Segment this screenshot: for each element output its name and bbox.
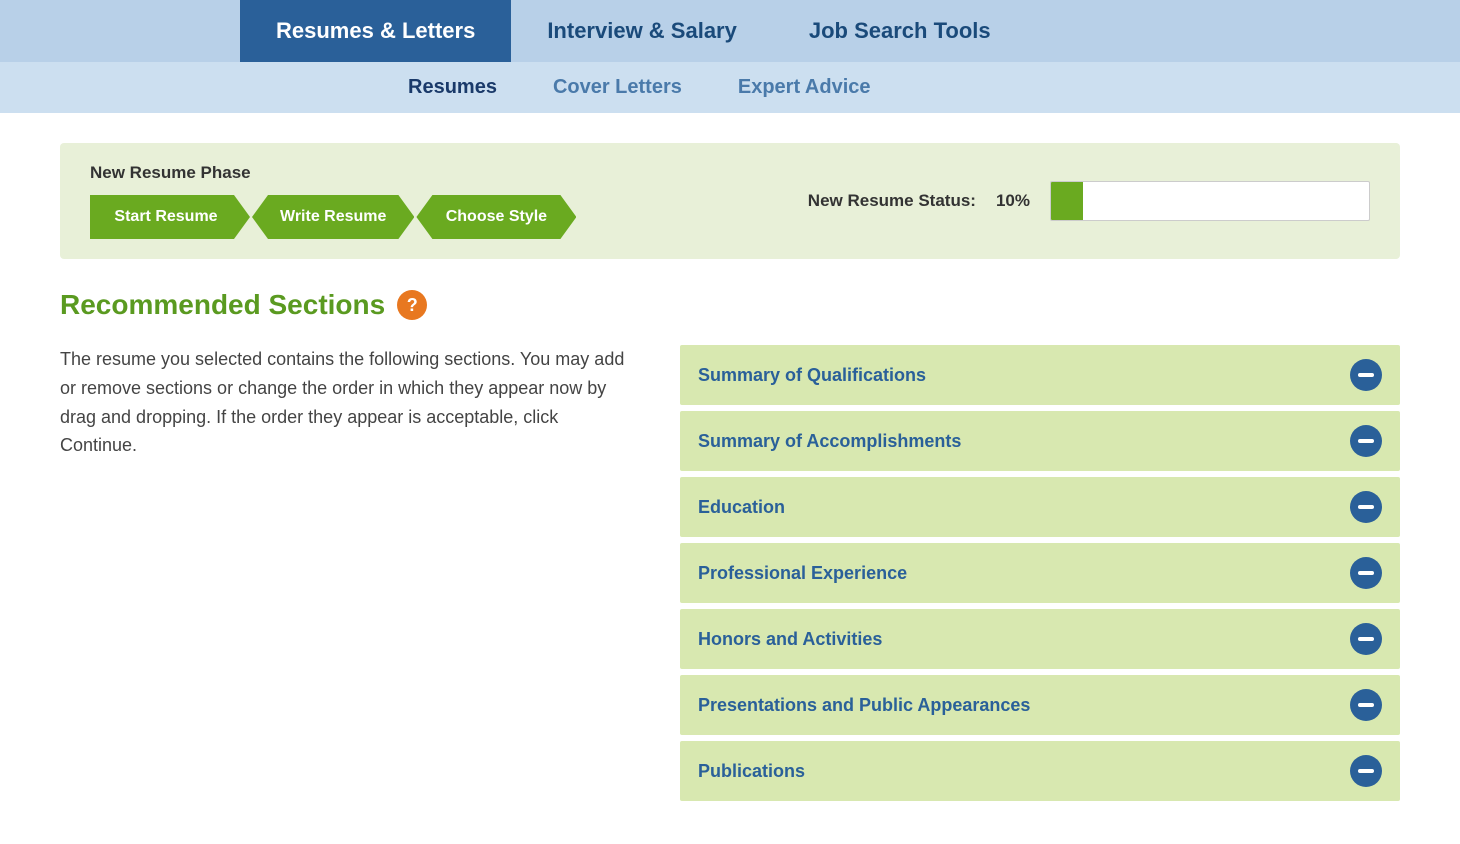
- section-label-education: Education: [698, 497, 785, 518]
- top-nav: Resumes & Letters Interview & Salary Job…: [0, 0, 1460, 62]
- sub-nav: Resumes Cover Letters Expert Advice: [0, 62, 1460, 113]
- section-item-qualifications[interactable]: Summary of Qualifications: [680, 345, 1400, 405]
- section-item-professional-experience[interactable]: Professional Experience: [680, 543, 1400, 603]
- section-label-publications: Publications: [698, 761, 805, 782]
- subnav-cover-letters[interactable]: Cover Letters: [525, 62, 710, 113]
- section-label-honors: Honors and Activities: [698, 629, 882, 650]
- subnav-resumes[interactable]: Resumes: [380, 62, 525, 113]
- section-label-presentations: Presentations and Public Appearances: [698, 695, 1030, 716]
- subnav-expert-advice[interactable]: Expert Advice: [710, 62, 899, 113]
- nav-job-search-tools[interactable]: Job Search Tools: [773, 0, 1027, 62]
- progress-section: New Resume Phase Start Resume Write Resu…: [60, 143, 1400, 259]
- progress-status-label: New Resume Status:: [808, 191, 976, 211]
- recommended-sections-heading: Recommended Sections: [60, 289, 385, 321]
- remove-qualifications-button[interactable]: [1350, 359, 1382, 391]
- progress-bar: [1050, 181, 1370, 221]
- section-item-publications[interactable]: Publications: [680, 741, 1400, 801]
- section-item-presentations[interactable]: Presentations and Public Appearances: [680, 675, 1400, 735]
- section-item-honors[interactable]: Honors and Activities: [680, 609, 1400, 669]
- progress-bar-fill: [1051, 182, 1083, 220]
- step-choose-style[interactable]: Choose Style: [416, 195, 576, 239]
- progress-phase-label: New Resume Phase: [90, 163, 578, 183]
- section-item-accomplishments[interactable]: Summary of Accomplishments: [680, 411, 1400, 471]
- progress-right: New Resume Status: 10%: [808, 181, 1370, 221]
- progress-left: New Resume Phase Start Resume Write Resu…: [90, 163, 578, 239]
- nav-resumes-letters[interactable]: Resumes & Letters: [240, 0, 511, 62]
- remove-professional-experience-button[interactable]: [1350, 557, 1382, 589]
- sections-list: Summary of Qualifications Summary of Acc…: [680, 345, 1400, 801]
- remove-honors-button[interactable]: [1350, 623, 1382, 655]
- recommended-sections-title: Recommended Sections ?: [60, 289, 1400, 321]
- help-icon[interactable]: ?: [397, 290, 427, 320]
- description-text: The resume you selected contains the fol…: [60, 345, 640, 460]
- section-label-qualifications: Summary of Qualifications: [698, 365, 926, 386]
- progress-steps: Start Resume Write Resume Choose Style: [90, 195, 578, 239]
- content-area: The resume you selected contains the fol…: [60, 345, 1400, 801]
- progress-percent: 10%: [996, 191, 1030, 211]
- step-start-resume[interactable]: Start Resume: [90, 195, 250, 239]
- section-label-accomplishments: Summary of Accomplishments: [698, 431, 961, 452]
- remove-accomplishments-button[interactable]: [1350, 425, 1382, 457]
- nav-interview-salary[interactable]: Interview & Salary: [511, 0, 773, 62]
- main-content: New Resume Phase Start Resume Write Resu…: [0, 113, 1460, 831]
- step-write-resume[interactable]: Write Resume: [252, 195, 414, 239]
- remove-publications-button[interactable]: [1350, 755, 1382, 787]
- section-label-professional-experience: Professional Experience: [698, 563, 907, 584]
- remove-education-button[interactable]: [1350, 491, 1382, 523]
- remove-presentations-button[interactable]: [1350, 689, 1382, 721]
- section-item-education[interactable]: Education: [680, 477, 1400, 537]
